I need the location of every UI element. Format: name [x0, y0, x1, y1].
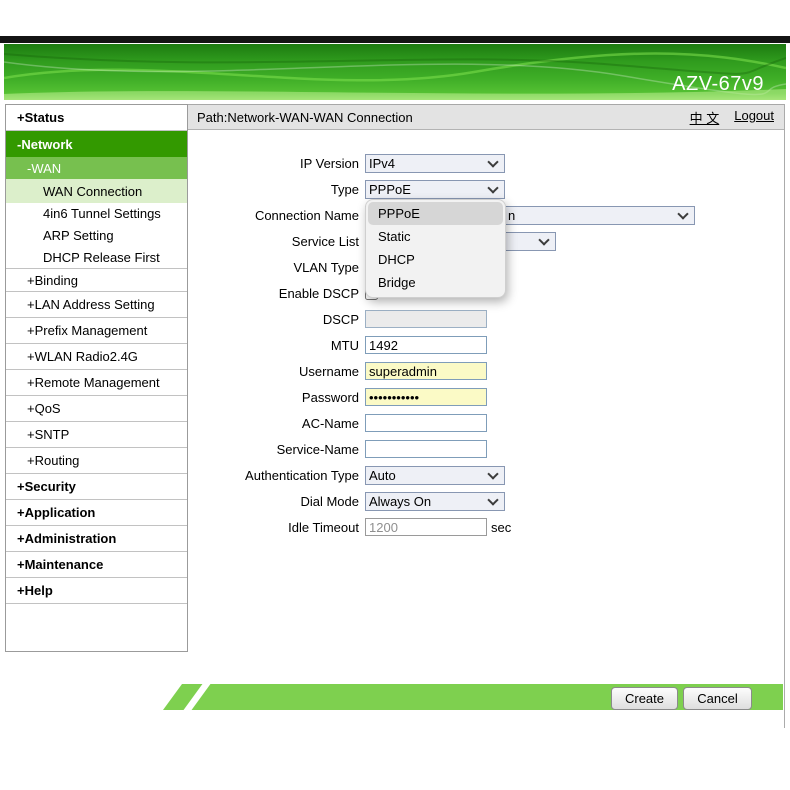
sidebar-item-maintenance[interactable]: +Maintenance [6, 552, 187, 578]
dscp-label: DSCP [188, 312, 365, 327]
header-banner: AZV-67v9 [4, 44, 786, 100]
dropdown-option-bridge[interactable]: Bridge [368, 271, 503, 294]
sidebar-nav: +Status -Network -WAN WAN Connection 4in… [5, 104, 188, 652]
form-row: DSCP [188, 306, 784, 332]
form-row: Password [188, 384, 784, 410]
chevron-down-icon [487, 494, 498, 505]
connection-name-label: Connection Name [188, 208, 365, 223]
create-button[interactable]: Create [611, 687, 678, 710]
sidebar-item-prefix-management[interactable]: +Prefix Management [6, 318, 187, 344]
chevron-down-icon [677, 208, 688, 219]
sidebar-item-application[interactable]: +Application [6, 500, 187, 526]
type-select[interactable]: PPPoE [365, 180, 505, 199]
ip-version-select[interactable]: IPv4 [365, 154, 505, 173]
sidebar-item-remote-management[interactable]: +Remote Management [6, 370, 187, 396]
sidebar-item-binding[interactable]: +Binding [6, 269, 187, 292]
form-row: Service-Name [188, 436, 784, 462]
chevron-down-icon [487, 182, 498, 193]
service-list-label: Service List [188, 234, 365, 249]
cancel-button[interactable]: Cancel [683, 687, 752, 710]
sidebar-item-administration[interactable]: +Administration [6, 526, 187, 552]
dial-mode-select[interactable]: Always On [365, 492, 505, 511]
chevron-down-icon [487, 468, 498, 479]
top-black-bar [0, 36, 790, 43]
logout-link[interactable]: Logout [734, 108, 774, 127]
dial-mode-label: Dial Mode [188, 494, 365, 509]
form-row: IP Version IPv4 [188, 150, 784, 176]
sidebar-item-wan[interactable]: -WAN [6, 157, 187, 179]
chevron-down-icon [538, 234, 549, 245]
sidebar-item-dhcp-release[interactable]: DHCP Release First [6, 246, 187, 269]
device-model-title: AZV-67v9 [672, 73, 764, 96]
ac-name-label: AC-Name [188, 416, 365, 431]
dropdown-option-static[interactable]: Static [368, 225, 503, 248]
authentication-type-label: Authentication Type [188, 468, 365, 483]
connection-name-value: n [508, 208, 515, 223]
type-value: PPPoE [369, 182, 411, 197]
idle-timeout-input[interactable] [365, 518, 487, 536]
service-name-input[interactable] [365, 440, 487, 458]
dscp-input[interactable] [365, 310, 487, 328]
sidebar-item-help[interactable]: +Help [6, 578, 187, 604]
type-dropdown-popup: PPPoE Static DHCP Bridge [365, 199, 506, 298]
form-row: Authentication Type Auto [188, 462, 784, 488]
sidebar-item-wlan-radio[interactable]: +WLAN Radio2.4G [6, 344, 187, 370]
language-link[interactable]: 中 文 [690, 108, 720, 127]
sidebar-item-lan-address[interactable]: +LAN Address Setting [6, 292, 187, 318]
sidebar-item-routing[interactable]: +Routing [6, 448, 187, 474]
dropdown-option-pppoe[interactable]: PPPoE [368, 202, 503, 225]
breadcrumb-bar: Path:Network-WAN-WAN Connection 中 文 Logo… [188, 105, 784, 130]
form-row: Idle Timeout sec [188, 514, 784, 540]
username-input[interactable] [365, 362, 487, 380]
main-content: Path:Network-WAN-WAN Connection 中 文 Logo… [188, 104, 785, 728]
form-row: Dial Mode Always On [188, 488, 784, 514]
sidebar-item-sntp[interactable]: +SNTP [6, 422, 187, 448]
mtu-input[interactable] [365, 336, 487, 354]
form-row: AC-Name [188, 410, 784, 436]
dropdown-option-dhcp[interactable]: DHCP [368, 248, 503, 271]
idle-timeout-unit: sec [491, 520, 511, 535]
enable-dscp-label: Enable DSCP [188, 286, 365, 301]
sidebar-item-arp-setting[interactable]: ARP Setting [6, 224, 187, 246]
mtu-label: MTU [188, 338, 365, 353]
vlan-type-label: VLAN Type [188, 260, 365, 275]
ac-name-input[interactable] [365, 414, 487, 432]
chevron-down-icon [487, 156, 498, 167]
type-label: Type [188, 182, 365, 197]
sidebar-item-security[interactable]: +Security [6, 474, 187, 500]
authentication-type-value: Auto [369, 468, 396, 483]
ip-version-value: IPv4 [369, 156, 395, 171]
authentication-type-select[interactable]: Auto [365, 466, 505, 485]
sidebar-item-status[interactable]: +Status [6, 105, 187, 131]
password-input[interactable] [365, 388, 487, 406]
sidebar-item-4in6-tunnel[interactable]: 4in6 Tunnel Settings [6, 203, 187, 224]
sidebar-item-network[interactable]: -Network [6, 131, 187, 157]
ip-version-label: IP Version [188, 156, 365, 171]
service-name-label: Service-Name [188, 442, 365, 457]
username-label: Username [188, 364, 365, 379]
banner-wave-graphic [4, 44, 786, 100]
decorative-stripe [182, 682, 212, 712]
wan-connection-form: IP Version IPv4 Type PPPoE Connection Na… [188, 130, 784, 540]
idle-timeout-label: Idle Timeout [188, 520, 365, 535]
sidebar-item-qos[interactable]: +QoS [6, 396, 187, 422]
password-label: Password [188, 390, 365, 405]
dial-mode-value: Always On [369, 494, 431, 509]
sidebar-item-wan-connection[interactable]: WAN Connection [6, 179, 187, 203]
form-row: Username [188, 358, 784, 384]
form-row: MTU [188, 332, 784, 358]
breadcrumb: Path:Network-WAN-WAN Connection [197, 110, 413, 125]
